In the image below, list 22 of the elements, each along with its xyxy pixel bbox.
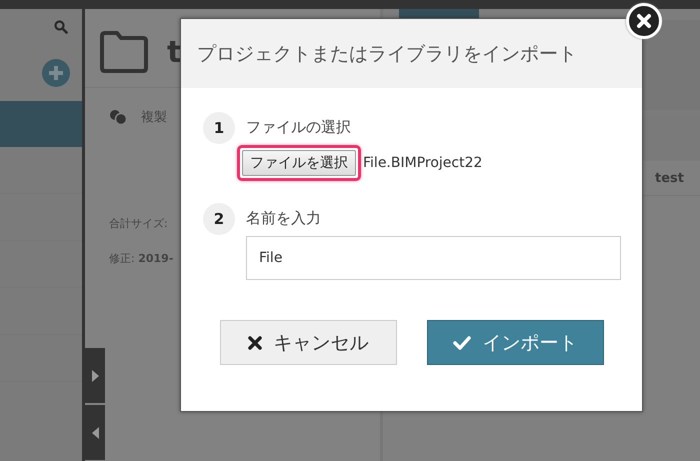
import-button[interactable]: インポート xyxy=(426,320,604,365)
detail-text: 合計サイズ: xyxy=(109,216,168,231)
step-number: 2 xyxy=(203,203,235,235)
search-icon[interactable] xyxy=(54,20,68,34)
close-icon xyxy=(636,13,652,29)
expand-handle[interactable] xyxy=(85,348,105,403)
step-label: 名前を入力 xyxy=(246,209,322,228)
folder-title: t xyxy=(167,34,182,70)
file-name: File.BIMProject22 xyxy=(363,155,482,171)
step-number: 1 xyxy=(203,112,235,144)
dialog-title: プロジェクトまたはライブラリをインポート xyxy=(197,42,577,66)
close-icon xyxy=(248,336,262,350)
check-icon xyxy=(452,336,470,350)
choose-file-button[interactable]: ファイルを選択 xyxy=(242,150,356,176)
cancel-button[interactable]: キャンセル xyxy=(220,320,396,365)
step-label: ファイルの選択 xyxy=(246,118,352,137)
collapse-handle[interactable] xyxy=(85,405,105,460)
folder-icon xyxy=(99,31,149,73)
duplicate-icon xyxy=(109,109,127,125)
name-field[interactable]: File xyxy=(246,236,621,280)
detail-text: 修正: 2019- xyxy=(109,251,174,266)
column-header: test xyxy=(655,170,684,186)
